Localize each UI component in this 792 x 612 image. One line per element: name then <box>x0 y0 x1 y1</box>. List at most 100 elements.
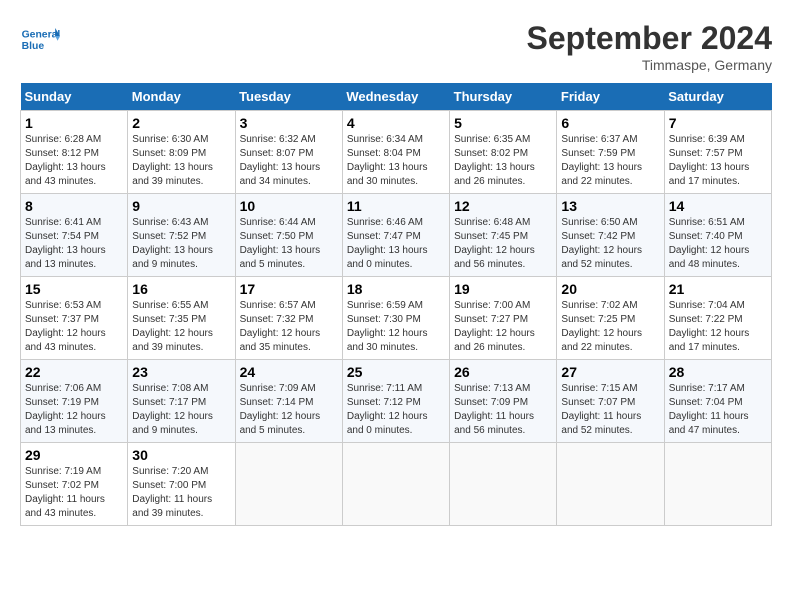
logo: General Blue <box>20 20 60 60</box>
calendar-day-cell: 24 Sunrise: 7:09 AM Sunset: 7:14 PM Dayl… <box>235 360 342 443</box>
calendar-day-cell: 14 Sunrise: 6:51 AM Sunset: 7:40 PM Dayl… <box>664 194 771 277</box>
header-saturday: Saturday <box>664 83 771 111</box>
header-monday: Monday <box>128 83 235 111</box>
day-info: Sunrise: 6:53 AM Sunset: 7:37 PM Dayligh… <box>25 299 123 355</box>
day-info: Sunrise: 6:43 AM Sunset: 7:52 PM Dayligh… <box>132 216 230 272</box>
calendar-day-cell: 25 Sunrise: 7:11 AM Sunset: 7:12 PM Dayl… <box>342 360 449 443</box>
calendar-day-cell: 21 Sunrise: 7:04 AM Sunset: 7:22 PM Dayl… <box>664 277 771 360</box>
logo-icon: General Blue <box>20 20 60 60</box>
svg-text:General: General <box>22 30 60 41</box>
day-info: Sunrise: 6:35 AM Sunset: 8:02 PM Dayligh… <box>454 133 552 189</box>
header-thursday: Thursday <box>450 83 557 111</box>
day-info: Sunrise: 6:50 AM Sunset: 7:42 PM Dayligh… <box>561 216 659 272</box>
calendar-week-row: 22 Sunrise: 7:06 AM Sunset: 7:19 PM Dayl… <box>21 360 772 443</box>
header-sunday: Sunday <box>21 83 128 111</box>
day-number: 18 <box>347 281 445 297</box>
calendar-day-cell: 2 Sunrise: 6:30 AM Sunset: 8:09 PM Dayli… <box>128 111 235 194</box>
calendar-day-cell: 15 Sunrise: 6:53 AM Sunset: 7:37 PM Dayl… <box>21 277 128 360</box>
day-number: 1 <box>25 115 123 131</box>
calendar-day-cell: 8 Sunrise: 6:41 AM Sunset: 7:54 PM Dayli… <box>21 194 128 277</box>
day-info: Sunrise: 7:08 AM Sunset: 7:17 PM Dayligh… <box>132 382 230 438</box>
day-number: 23 <box>132 364 230 380</box>
day-info: Sunrise: 6:37 AM Sunset: 7:59 PM Dayligh… <box>561 133 659 189</box>
day-number: 8 <box>25 198 123 214</box>
day-info: Sunrise: 7:19 AM Sunset: 7:02 PM Dayligh… <box>25 465 123 521</box>
day-info: Sunrise: 6:34 AM Sunset: 8:04 PM Dayligh… <box>347 133 445 189</box>
calendar-day-cell: 20 Sunrise: 7:02 AM Sunset: 7:25 PM Dayl… <box>557 277 664 360</box>
calendar-day-cell: 12 Sunrise: 6:48 AM Sunset: 7:45 PM Dayl… <box>450 194 557 277</box>
calendar-day-cell: 13 Sunrise: 6:50 AM Sunset: 7:42 PM Dayl… <box>557 194 664 277</box>
calendar-day-cell: 4 Sunrise: 6:34 AM Sunset: 8:04 PM Dayli… <box>342 111 449 194</box>
day-number: 12 <box>454 198 552 214</box>
calendar-day-cell <box>557 443 664 526</box>
day-number: 6 <box>561 115 659 131</box>
day-number: 9 <box>132 198 230 214</box>
day-info: Sunrise: 6:30 AM Sunset: 8:09 PM Dayligh… <box>132 133 230 189</box>
calendar-day-cell <box>235 443 342 526</box>
day-number: 2 <box>132 115 230 131</box>
calendar-day-cell <box>342 443 449 526</box>
day-number: 5 <box>454 115 552 131</box>
day-info: Sunrise: 7:20 AM Sunset: 7:00 PM Dayligh… <box>132 465 230 521</box>
calendar-day-cell: 26 Sunrise: 7:13 AM Sunset: 7:09 PM Dayl… <box>450 360 557 443</box>
weekday-header-row: Sunday Monday Tuesday Wednesday Thursday… <box>21 83 772 111</box>
day-info: Sunrise: 6:51 AM Sunset: 7:40 PM Dayligh… <box>669 216 767 272</box>
day-info: Sunrise: 6:32 AM Sunset: 8:07 PM Dayligh… <box>240 133 338 189</box>
day-info: Sunrise: 7:15 AM Sunset: 7:07 PM Dayligh… <box>561 382 659 438</box>
calendar-day-cell: 23 Sunrise: 7:08 AM Sunset: 7:17 PM Dayl… <box>128 360 235 443</box>
day-number: 28 <box>669 364 767 380</box>
day-info: Sunrise: 7:11 AM Sunset: 7:12 PM Dayligh… <box>347 382 445 438</box>
svg-text:Blue: Blue <box>22 41 45 52</box>
day-info: Sunrise: 7:06 AM Sunset: 7:19 PM Dayligh… <box>25 382 123 438</box>
day-info: Sunrise: 6:57 AM Sunset: 7:32 PM Dayligh… <box>240 299 338 355</box>
calendar-day-cell: 18 Sunrise: 6:59 AM Sunset: 7:30 PM Dayl… <box>342 277 449 360</box>
month-title: September 2024 <box>527 20 772 57</box>
title-block: September 2024 Timmaspe, Germany <box>527 20 772 73</box>
day-number: 16 <box>132 281 230 297</box>
day-number: 14 <box>669 198 767 214</box>
day-info: Sunrise: 7:00 AM Sunset: 7:27 PM Dayligh… <box>454 299 552 355</box>
day-number: 4 <box>347 115 445 131</box>
calendar-day-cell: 19 Sunrise: 7:00 AM Sunset: 7:27 PM Dayl… <box>450 277 557 360</box>
day-number: 15 <box>25 281 123 297</box>
day-number: 26 <box>454 364 552 380</box>
calendar-week-row: 8 Sunrise: 6:41 AM Sunset: 7:54 PM Dayli… <box>21 194 772 277</box>
calendar-day-cell <box>664 443 771 526</box>
day-info: Sunrise: 7:09 AM Sunset: 7:14 PM Dayligh… <box>240 382 338 438</box>
calendar-day-cell: 27 Sunrise: 7:15 AM Sunset: 7:07 PM Dayl… <box>557 360 664 443</box>
day-info: Sunrise: 7:17 AM Sunset: 7:04 PM Dayligh… <box>669 382 767 438</box>
calendar-day-cell: 28 Sunrise: 7:17 AM Sunset: 7:04 PM Dayl… <box>664 360 771 443</box>
calendar-day-cell: 1 Sunrise: 6:28 AM Sunset: 8:12 PM Dayli… <box>21 111 128 194</box>
day-info: Sunrise: 7:02 AM Sunset: 7:25 PM Dayligh… <box>561 299 659 355</box>
calendar-week-row: 15 Sunrise: 6:53 AM Sunset: 7:37 PM Dayl… <box>21 277 772 360</box>
calendar-day-cell: 30 Sunrise: 7:20 AM Sunset: 7:00 PM Dayl… <box>128 443 235 526</box>
calendar-day-cell: 3 Sunrise: 6:32 AM Sunset: 8:07 PM Dayli… <box>235 111 342 194</box>
calendar-day-cell: 16 Sunrise: 6:55 AM Sunset: 7:35 PM Dayl… <box>128 277 235 360</box>
day-info: Sunrise: 6:28 AM Sunset: 8:12 PM Dayligh… <box>25 133 123 189</box>
calendar-day-cell: 22 Sunrise: 7:06 AM Sunset: 7:19 PM Dayl… <box>21 360 128 443</box>
header-wednesday: Wednesday <box>342 83 449 111</box>
day-number: 25 <box>347 364 445 380</box>
header-tuesday: Tuesday <box>235 83 342 111</box>
day-number: 22 <box>25 364 123 380</box>
calendar-day-cell: 17 Sunrise: 6:57 AM Sunset: 7:32 PM Dayl… <box>235 277 342 360</box>
calendar-day-cell: 6 Sunrise: 6:37 AM Sunset: 7:59 PM Dayli… <box>557 111 664 194</box>
calendar-day-cell <box>450 443 557 526</box>
page-header: General Blue September 2024 Timmaspe, Ge… <box>20 20 772 73</box>
calendar-week-row: 1 Sunrise: 6:28 AM Sunset: 8:12 PM Dayli… <box>21 111 772 194</box>
day-info: Sunrise: 6:55 AM Sunset: 7:35 PM Dayligh… <box>132 299 230 355</box>
calendar-day-cell: 29 Sunrise: 7:19 AM Sunset: 7:02 PM Dayl… <box>21 443 128 526</box>
day-number: 19 <box>454 281 552 297</box>
calendar-day-cell: 7 Sunrise: 6:39 AM Sunset: 7:57 PM Dayli… <box>664 111 771 194</box>
calendar-day-cell: 9 Sunrise: 6:43 AM Sunset: 7:52 PM Dayli… <box>128 194 235 277</box>
day-number: 21 <box>669 281 767 297</box>
day-info: Sunrise: 7:13 AM Sunset: 7:09 PM Dayligh… <box>454 382 552 438</box>
calendar-day-cell: 5 Sunrise: 6:35 AM Sunset: 8:02 PM Dayli… <box>450 111 557 194</box>
day-number: 20 <box>561 281 659 297</box>
day-info: Sunrise: 6:44 AM Sunset: 7:50 PM Dayligh… <box>240 216 338 272</box>
day-number: 24 <box>240 364 338 380</box>
calendar-table: Sunday Monday Tuesday Wednesday Thursday… <box>20 83 772 526</box>
day-number: 17 <box>240 281 338 297</box>
day-info: Sunrise: 6:39 AM Sunset: 7:57 PM Dayligh… <box>669 133 767 189</box>
day-info: Sunrise: 7:04 AM Sunset: 7:22 PM Dayligh… <box>669 299 767 355</box>
